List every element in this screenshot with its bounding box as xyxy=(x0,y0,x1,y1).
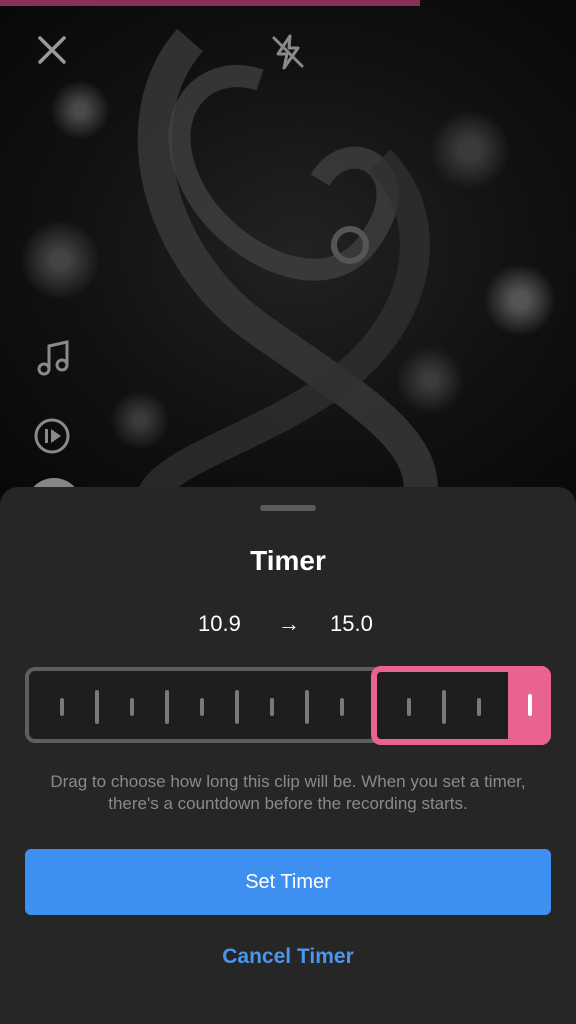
slider-tick xyxy=(270,698,274,716)
timer-description: Drag to choose how long this clip will b… xyxy=(50,772,526,813)
slider-tick xyxy=(165,690,169,724)
range-start: 10.9 xyxy=(198,611,241,636)
sheet-grabber[interactable] xyxy=(260,505,316,511)
sheet-title: Timer xyxy=(250,545,326,576)
close-icon[interactable] xyxy=(32,30,72,70)
slider-tick xyxy=(305,690,309,724)
cancel-timer-button[interactable]: Cancel Timer xyxy=(0,945,576,969)
timer-sheet: Timer 10.9 → 15.0 Drag to choose how lon… xyxy=(0,487,576,1024)
set-timer-button[interactable]: Set Timer xyxy=(25,849,551,915)
slider-tick xyxy=(130,698,134,716)
slider-tick xyxy=(235,690,239,724)
slider-tick xyxy=(200,698,204,716)
camera-preview xyxy=(0,0,576,508)
arrow-right-icon: → xyxy=(278,611,300,636)
slider-tick xyxy=(340,698,344,716)
flash-off-icon[interactable] xyxy=(266,30,310,74)
slider-drag-handle[interactable] xyxy=(508,666,551,745)
play-speed-icon[interactable] xyxy=(32,416,72,456)
timer-range: 10.9 → 15.0 xyxy=(0,611,576,639)
music-note-icon[interactable] xyxy=(32,336,76,380)
slider-tick xyxy=(95,690,99,724)
grip-icon xyxy=(528,694,532,716)
infinity-sculpture-image xyxy=(135,28,438,500)
slider-tick xyxy=(60,698,64,716)
range-end: 15.0 xyxy=(330,611,373,636)
